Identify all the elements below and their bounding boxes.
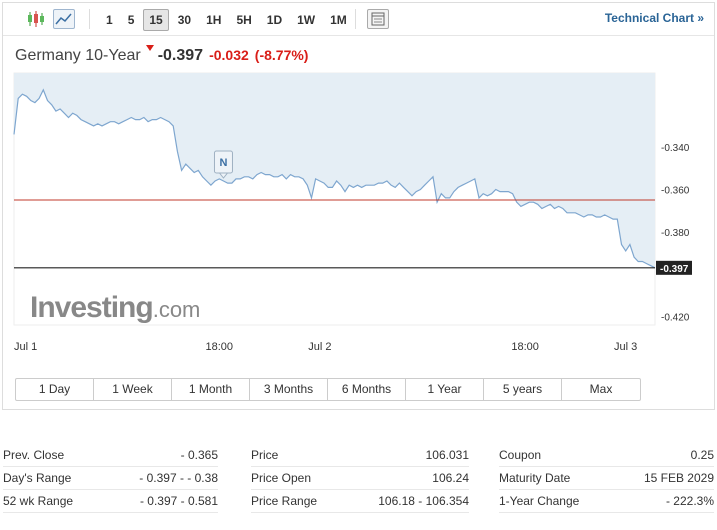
- stat-row: Prev. Close - 0.365: [3, 444, 218, 467]
- stat-label: 52 wk Range: [3, 494, 74, 508]
- x-tick-label: Jul 3: [614, 341, 637, 353]
- stat-label: Maturity Date: [499, 471, 571, 485]
- timeframe-1w[interactable]: 1W: [291, 9, 321, 31]
- last-price: -0.397: [157, 47, 204, 64]
- stat-label: Price Open: [251, 471, 312, 485]
- x-tick-label: Jul 1: [14, 341, 37, 353]
- range-max[interactable]: Max: [562, 379, 640, 400]
- range-6-months[interactable]: 6 Months: [328, 379, 406, 400]
- timeframe-1h[interactable]: 1H: [200, 9, 227, 31]
- watermark-brand: Investing: [30, 291, 153, 324]
- stat-label: Prev. Close: [3, 448, 65, 462]
- event-marker-label: N: [220, 157, 228, 169]
- toolbar-divider: [355, 9, 356, 29]
- timeframe-5[interactable]: 5: [122, 9, 141, 31]
- price-change: -0.032: [209, 47, 249, 63]
- timeframe-1d[interactable]: 1D: [261, 9, 288, 31]
- y-tick-label: -0.360: [661, 185, 690, 196]
- range-5-years[interactable]: 5 years: [484, 379, 562, 400]
- candlestick-icon[interactable]: [25, 9, 47, 29]
- x-tick-label: 18:00: [511, 341, 539, 353]
- x-tick-label: Jul 2: [308, 341, 331, 353]
- stat-row: Day's Range - 0.397 - - 0.38: [3, 467, 218, 490]
- range-1-day[interactable]: 1 Day: [16, 379, 94, 400]
- stat-label: Price: [251, 448, 279, 462]
- stat-row: 1-Year Change - 222.3%: [499, 490, 714, 513]
- quote-header: Germany 10-Year -0.397 -0.032 (-8.77%): [15, 45, 308, 65]
- stat-value: 0.25: [690, 448, 714, 462]
- stat-value: 15 FEB 2029: [643, 471, 714, 485]
- stat-label: Day's Range: [3, 471, 72, 485]
- stat-row: Price Open 106.24: [251, 467, 469, 490]
- toolbar-divider: [89, 9, 90, 29]
- stat-label: Price Range: [251, 494, 318, 508]
- stat-label: 1-Year Change: [499, 494, 580, 508]
- timeframe-5h[interactable]: 5H: [230, 9, 257, 31]
- y-tick-label: -0.380: [661, 228, 690, 239]
- stat-row: Price Range 106.18 - 106.354: [251, 490, 469, 513]
- stats-column-3: Coupon 0.25 Maturity Date 15 FEB 2029 1-Year…: [499, 444, 714, 513]
- instrument-name: Germany 10-Year: [15, 47, 141, 64]
- chart-panel: -0.340 -0.360 -0.380 -0.420 -0.397 Jul 1 18:00…: [2, 2, 715, 410]
- stat-value: - 0.365: [180, 448, 218, 462]
- stat-value: - 0.397 - - 0.38: [139, 471, 218, 485]
- range-1-month[interactable]: 1 Month: [172, 379, 250, 400]
- y-tick-label: -0.420: [661, 313, 690, 324]
- stat-label: Coupon: [499, 448, 542, 462]
- stat-value: - 0.397 - 0.581: [139, 494, 218, 508]
- stats-column-1: Prev. Close - 0.365 Day's Range - 0.397 - -…: [3, 444, 218, 513]
- range-3-months[interactable]: 3 Months: [250, 379, 328, 400]
- settings-icon[interactable]: [367, 9, 389, 29]
- area-chart-icon[interactable]: [53, 9, 75, 29]
- price-change-percent: (-8.77%): [254, 47, 309, 63]
- down-arrow-icon: [145, 45, 154, 51]
- range-1-year[interactable]: 1 Year: [406, 379, 484, 400]
- x-tick-label: 18:00: [206, 341, 234, 353]
- stat-value: 106.18 - 106.354: [378, 494, 469, 508]
- stat-value: - 222.3%: [665, 494, 714, 508]
- stat-row: Maturity Date 15 FEB 2029: [499, 467, 714, 490]
- technical-chart-link[interactable]: Technical Chart »: [605, 11, 704, 25]
- timeframe-selector: 1 5 15 30 1H 5H 1D 1W 1M: [100, 9, 356, 31]
- chart-toolbar: 1 5 15 30 1H 5H 1D 1W 1M Technical Chart »: [3, 3, 714, 36]
- current-price-label: -0.397: [660, 264, 689, 275]
- range-1-week[interactable]: 1 Week: [94, 379, 172, 400]
- timeframe-15[interactable]: 15: [143, 9, 169, 31]
- stats-column-2: Price 106.031 Price Open 106.24 Price Range 1…: [251, 444, 469, 513]
- watermark-domain: .com: [153, 297, 201, 322]
- stat-value: 106.031: [425, 448, 469, 462]
- stat-row: 52 wk Range - 0.397 - 0.581: [3, 490, 218, 513]
- stat-row: Price 106.031: [251, 444, 469, 467]
- timeframe-30[interactable]: 30: [172, 9, 197, 31]
- y-tick-label: -0.340: [661, 143, 690, 154]
- timeframe-1m[interactable]: 1M: [324, 9, 353, 31]
- timeframe-1[interactable]: 1: [100, 9, 119, 31]
- stat-row: Coupon 0.25: [499, 444, 714, 467]
- stat-value: 106.24: [432, 471, 469, 485]
- range-selector: 1 Day 1 Week 1 Month 3 Months 6 Months 1 Year…: [15, 378, 641, 401]
